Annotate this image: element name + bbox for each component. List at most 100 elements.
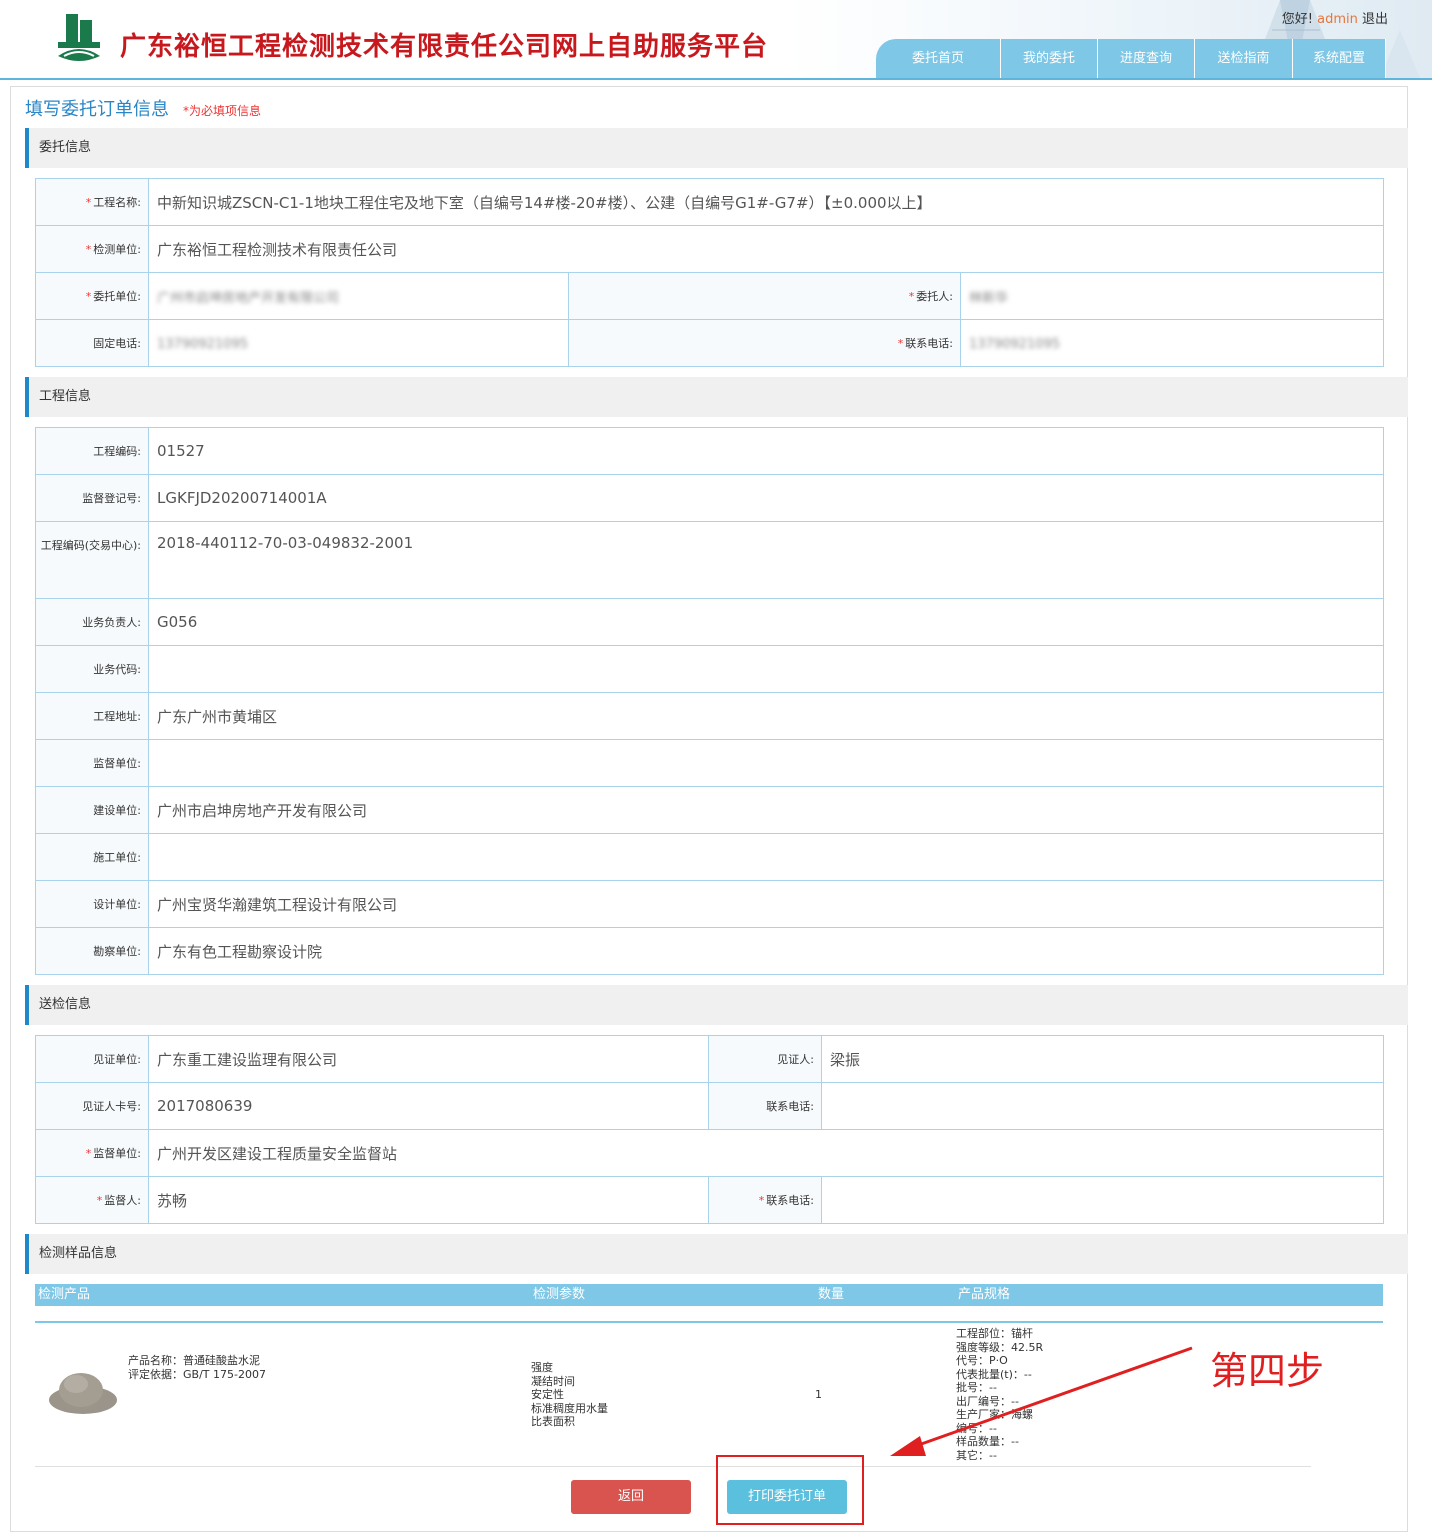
client-person-label: 委托人:	[916, 290, 953, 303]
trade-center-code-value: 2018-440112-70-03-049832-2001	[148, 521, 1384, 599]
client-person-value: 林新华	[969, 290, 1009, 306]
annotation-highlight-box	[716, 1455, 864, 1525]
design-unit-label: 设计单位:	[35, 880, 149, 928]
supervision-station-label: 监督单位:	[93, 1147, 141, 1160]
business-manager-value: G056	[148, 598, 1384, 646]
table-row: * 委托单位: 广州市启坤房地产开发有限公司 * 委托人: 林新华	[35, 272, 1384, 320]
col-quantity: 数量	[818, 1287, 845, 1302]
nav-tab-settings[interactable]: 系统配置	[1293, 39, 1386, 78]
contractor-value	[148, 833, 1384, 881]
main-nav: 委托首页 我的委托 进度查询 送检指南 系统配置	[876, 39, 1386, 78]
supervision-unit-value	[148, 739, 1384, 787]
trade-center-code-label: 工程编码(交易中心):	[35, 521, 149, 599]
project-code-value: 01527	[148, 427, 1384, 475]
username-link[interactable]: admin	[1317, 12, 1358, 27]
sample-standard: 评定依据：GB/T 175-2007	[128, 1367, 266, 1381]
table-row: 工程编码: 01527	[35, 427, 1384, 475]
sample-product-name: 产品名称：普通硅酸盐水泥	[128, 1354, 260, 1367]
witness-phone-value	[821, 1082, 1384, 1130]
client-unit-label: 委托单位:	[93, 290, 141, 303]
table-row: 固定电话: 13790921095 * 联系电话: 13790921095	[35, 319, 1384, 367]
fixed-phone-label: 固定电话:	[93, 337, 141, 350]
sample-param-item: 凝结时间	[531, 1374, 575, 1388]
nav-tab-my-commissions[interactable]: 我的委托	[1001, 39, 1098, 78]
section-project-header: 工程信息	[25, 377, 1408, 417]
business-manager-label: 业务负责人:	[35, 598, 149, 646]
samples-table-header: 检测产品 检测参数 数量 产品规格	[35, 1284, 1383, 1306]
table-row: 工程编码(交易中心): 2018-440112-70-03-049832-2001	[35, 521, 1384, 599]
supervision-unit-label: 监督单位:	[35, 739, 149, 787]
construction-owner-value: 广州市启坤房地产开发有限公司	[148, 786, 1384, 834]
business-code-label: 业务代码:	[35, 645, 149, 693]
annotation-step-label: 第四步	[1210, 1349, 1325, 1393]
annotation-arrow-icon	[890, 1346, 1193, 1456]
table-row: 见证单位: 广东重工建设监理有限公司 见证人: 梁振	[35, 1035, 1384, 1083]
contact-phone-value: 13790921095	[969, 337, 1060, 352]
table-row: 见证人卡号: 2017080639 联系电话:	[35, 1082, 1384, 1130]
test-unit-label: 检测单位:	[93, 243, 141, 256]
page-header: 广东裕恒工程检测技术有限责任公司网上自助服务平台 您好! admin 退出 委托…	[0, 0, 1432, 80]
nav-tab-home[interactable]: 委托首页	[876, 39, 1001, 78]
project-table: 工程编码: 01527 监督登记号: LGKFJD20200714001A 工程编码…	[35, 427, 1384, 975]
supervisor-value: 苏畅	[148, 1176, 709, 1224]
sample-param-item: 标准稠度用水量	[531, 1401, 608, 1415]
table-row: 工程地址: 广东广州市黄埔区	[35, 692, 1384, 740]
client-unit-value: 广州市启坤房地产开发有限公司	[157, 290, 340, 306]
survey-unit-label: 勘察单位:	[35, 927, 149, 975]
supervisor-phone-label: 联系电话:	[766, 1194, 814, 1207]
project-name-value: 中新知识城ZSCN-C1-1地块工程住宅及地下室（自编号14#楼-20#楼）、公…	[148, 178, 1384, 226]
company-logo-icon	[58, 14, 100, 61]
sample-params: 强度 凝结时间 安定性 标准稠度用水量 比表面积	[531, 1361, 608, 1429]
sample-param-item: 安定性	[531, 1388, 564, 1401]
business-code-value	[148, 645, 1384, 693]
table-row: 业务负责人: G056	[35, 598, 1384, 646]
table-row: 建设单位: 广州市启坤房地产开发有限公司	[35, 786, 1384, 834]
sample-spec-item: 工程部位：锚杆	[956, 1327, 1033, 1340]
sample-product-info: 产品名称：普通硅酸盐水泥 评定依据：GB/T 175-2007	[128, 1354, 266, 1381]
project-address-value: 广东广州市黄埔区	[148, 692, 1384, 740]
fixed-phone-value: 13790921095	[157, 337, 248, 352]
witness-unit-label: 见证单位:	[35, 1035, 149, 1083]
table-row: * 监督单位: 广州开发区建设工程质量安全监督站	[35, 1129, 1384, 1177]
test-unit-value: 广东裕恒工程检测技术有限责任公司	[148, 225, 1384, 273]
samples-divider	[35, 1321, 1383, 1323]
witness-card-value: 2017080639	[148, 1082, 709, 1130]
table-row: * 监督人: 苏畅 * 联系电话:	[35, 1176, 1384, 1224]
witness-label: 见证人:	[708, 1035, 822, 1083]
back-button[interactable]: 返回	[571, 1480, 691, 1514]
logout-link[interactable]: 退出	[1362, 12, 1388, 27]
supervisor-label: 监督人:	[104, 1194, 141, 1207]
page-title-text: 填写委托订单信息	[25, 99, 169, 120]
table-row: 业务代码:	[35, 645, 1384, 693]
survey-unit-value: 广东有色工程勘察设计院	[148, 927, 1384, 975]
nav-tab-progress[interactable]: 进度查询	[1098, 39, 1195, 78]
page-title: 填写委托订单信息 *为必填项信息	[25, 95, 261, 121]
nav-tab-guide[interactable]: 送检指南	[1195, 39, 1293, 78]
witness-card-label: 见证人卡号:	[35, 1082, 149, 1130]
supervision-station-value: 广州开发区建设工程质量安全监督站	[148, 1129, 1384, 1177]
contractor-label: 施工单位:	[35, 833, 149, 881]
supervisor-phone-value	[821, 1176, 1384, 1224]
table-row: 监督单位:	[35, 739, 1384, 787]
table-row: 监督登记号: LGKFJD20200714001A	[35, 474, 1384, 522]
cement-powder-icon	[49, 1373, 117, 1414]
section-commission-header: 委托信息	[25, 128, 1408, 168]
table-row: * 工程名称: 中新知识城ZSCN-C1-1地块工程住宅及地下室（自编号14#楼-…	[35, 178, 1384, 226]
supervision-reg-value: LGKFJD20200714001A	[148, 474, 1384, 522]
witness-phone-label: 联系电话:	[708, 1082, 822, 1130]
section-samples-header: 检测样品信息	[25, 1234, 1408, 1274]
sample-param-item: 强度	[531, 1361, 553, 1374]
contact-phone-label: 联系电话:	[905, 337, 953, 350]
table-row: 勘察单位: 广东有色工程勘察设计院	[35, 927, 1384, 975]
section-inspection-header: 送检信息	[25, 985, 1408, 1025]
table-row: * 检测单位: 广东裕恒工程检测技术有限责任公司	[35, 225, 1384, 273]
project-name-label: 工程名称:	[93, 196, 141, 209]
commission-table: * 工程名称: 中新知识城ZSCN-C1-1地块工程住宅及地下室（自编号14#楼-…	[35, 178, 1384, 367]
col-params: 检测参数	[533, 1287, 586, 1302]
sample-quantity: 1	[815, 1388, 822, 1401]
project-code-label: 工程编码:	[35, 427, 149, 475]
greeting-text: 您好!	[1281, 12, 1313, 27]
supervision-reg-label: 监督登记号:	[35, 474, 149, 522]
site-title: 广东裕恒工程检测技术有限责任公司网上自助服务平台	[120, 32, 769, 62]
required-note: *为必填项信息	[183, 104, 262, 118]
